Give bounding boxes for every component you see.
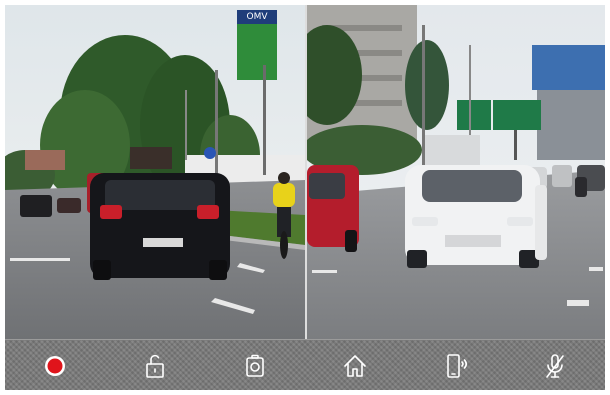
camera-feed-left-image: OMV <box>5 5 305 339</box>
camera-feed-left[interactable]: OMV <box>5 5 305 339</box>
unlock-button[interactable] <box>135 346 175 386</box>
camera-feeds: OMV <box>5 5 605 339</box>
microphone-off-icon <box>546 353 564 378</box>
camera-feed-right-image <box>307 5 605 339</box>
vibrate-button[interactable] <box>435 346 475 386</box>
snapshot-button[interactable] <box>235 346 275 386</box>
mute-button[interactable] <box>535 346 575 386</box>
record-icon <box>45 355 65 376</box>
record-button[interactable] <box>35 346 75 386</box>
home-icon <box>344 354 366 377</box>
billboard-text: OMV <box>246 12 268 22</box>
home-button[interactable] <box>335 346 375 386</box>
app-window: OMV <box>5 5 605 390</box>
camera-feed-right[interactable] <box>305 5 605 339</box>
unlock-icon <box>146 354 164 378</box>
phone-vibrate-icon <box>447 353 468 378</box>
control-toolbar <box>5 339 605 390</box>
camera-icon <box>246 354 264 377</box>
